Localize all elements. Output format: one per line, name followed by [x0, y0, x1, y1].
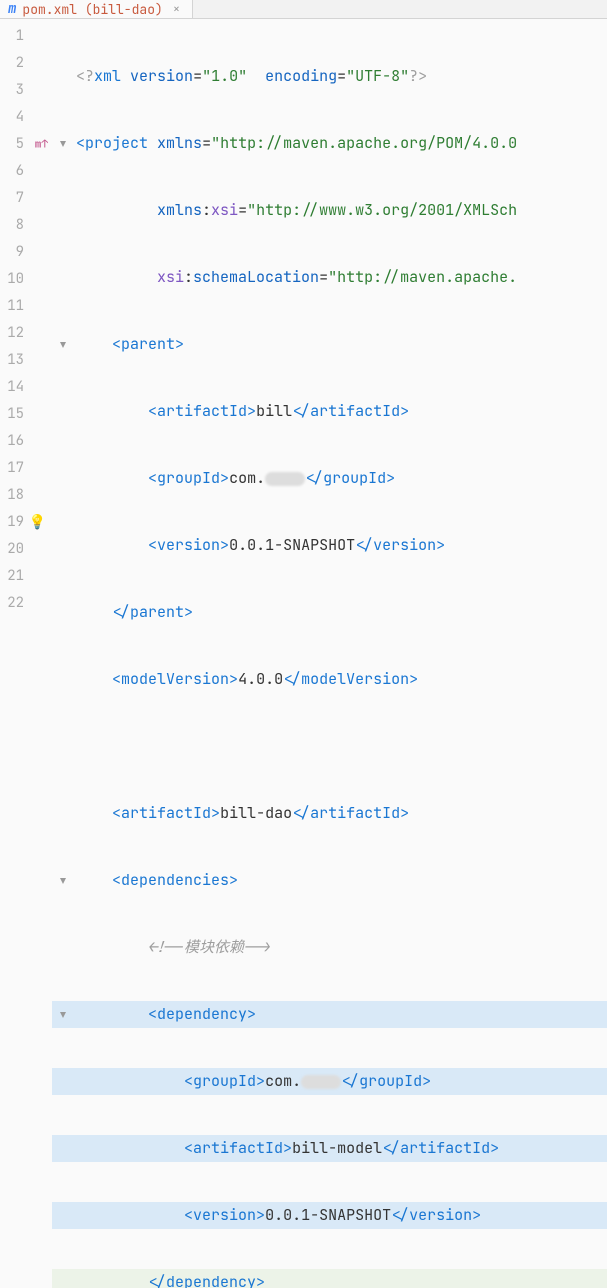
editor-container: m pom.xml (bill-dao) × 1 2 3 4 5m↑ 6 7 8… — [0, 0, 607, 644]
line-number[interactable]: 12 — [0, 320, 52, 347]
fold-toggle-icon[interactable] — [58, 876, 68, 886]
line-number[interactable]: 7 — [0, 185, 52, 212]
code-line[interactable]: <artifactId>bill</artifactId> — [52, 398, 607, 425]
fold-toggle-icon[interactable] — [58, 340, 68, 350]
fold-toggle-icon[interactable] — [58, 1010, 68, 1020]
file-tab[interactable]: m pom.xml (bill-dao) × — [0, 0, 193, 18]
line-number[interactable]: 16 — [0, 428, 52, 455]
gutter: 1 2 3 4 5m↑ 6 7 8 9 10 11 12 13 14 15 16… — [0, 19, 52, 1288]
line-number[interactable]: 8 — [0, 212, 52, 239]
line-number[interactable]: 9 — [0, 239, 52, 266]
tab-bar: m pom.xml (bill-dao) × — [0, 0, 607, 19]
tab-title: pom.xml (bill-dao) — [22, 1, 162, 18]
line-number[interactable]: 20 — [0, 536, 52, 563]
code-line[interactable]: <version>0.0.1-SNAPSHOT</version> — [52, 1202, 607, 1229]
line-number[interactable]: 6 — [0, 158, 52, 185]
redacted-text — [265, 472, 305, 486]
code-line[interactable]: <groupId>com.</groupId> — [52, 465, 607, 492]
code-line[interactable]: <?xml version="1.0" encoding="UTF-8"?> — [52, 63, 607, 90]
line-number[interactable]: 13 — [0, 347, 52, 374]
fold-toggle-icon[interactable] — [58, 139, 68, 149]
line-number[interactable]: 10 — [0, 266, 52, 293]
code-line[interactable]: <dependencies> — [52, 867, 607, 894]
redacted-text — [301, 1075, 341, 1089]
line-number[interactable]: 1 — [0, 23, 52, 50]
code-line[interactable]: </parent> — [52, 599, 607, 626]
code-line[interactable]: <modelVersion>4.0.0</modelVersion> — [52, 666, 607, 693]
line-number[interactable]: 5m↑ — [0, 131, 52, 158]
code-line[interactable]: <dependency> — [52, 1001, 607, 1028]
line-number[interactable]: 14 — [0, 374, 52, 401]
code-line[interactable]: <artifactId>bill-model</artifactId> — [52, 1135, 607, 1162]
code-line[interactable]: <project xmlns="http://maven.apache.org/… — [52, 130, 607, 157]
line-number[interactable]: 4 — [0, 104, 52, 131]
code-line[interactable]: xsi:schemaLocation="http://maven.apache. — [52, 264, 607, 291]
code-area: 1 2 3 4 5m↑ 6 7 8 9 10 11 12 13 14 15 16… — [0, 19, 607, 1288]
intention-bulb-icon[interactable]: 💡 — [29, 509, 46, 536]
line-number[interactable]: 3 — [0, 77, 52, 104]
maven-marker-icon[interactable]: m↑ — [35, 131, 48, 158]
line-number[interactable]: 2 — [0, 50, 52, 77]
code-line[interactable]: xmlns:xsi="http://www.w3.org/2001/XMLSch — [52, 197, 607, 224]
line-number[interactable]: 11 — [0, 293, 52, 320]
maven-file-icon: m — [8, 0, 16, 18]
line-number[interactable]: 15 — [0, 401, 52, 428]
code-line[interactable]: <!--模块依赖--> — [52, 934, 607, 961]
line-number[interactable]: 17 — [0, 455, 52, 482]
code-line[interactable]: <groupId>com.</groupId> — [52, 1068, 607, 1095]
line-number[interactable]: 18 — [0, 482, 52, 509]
code-line[interactable] — [52, 733, 607, 760]
code-line[interactable]: <artifactId>bill-dao</artifactId> — [52, 800, 607, 827]
line-number[interactable]: 21 — [0, 563, 52, 590]
tab-close-button[interactable]: × — [169, 1, 184, 17]
code-line-current[interactable]: </dependency> — [52, 1269, 607, 1288]
code-line[interactable]: <parent> — [52, 331, 607, 358]
line-number[interactable]: 19💡 — [0, 509, 52, 536]
code-line[interactable]: <version>0.0.1-SNAPSHOT</version> — [52, 532, 607, 559]
line-number[interactable]: 22 — [0, 590, 52, 617]
code-lines[interactable]: <?xml version="1.0" encoding="UTF-8"?> <… — [52, 19, 607, 1288]
